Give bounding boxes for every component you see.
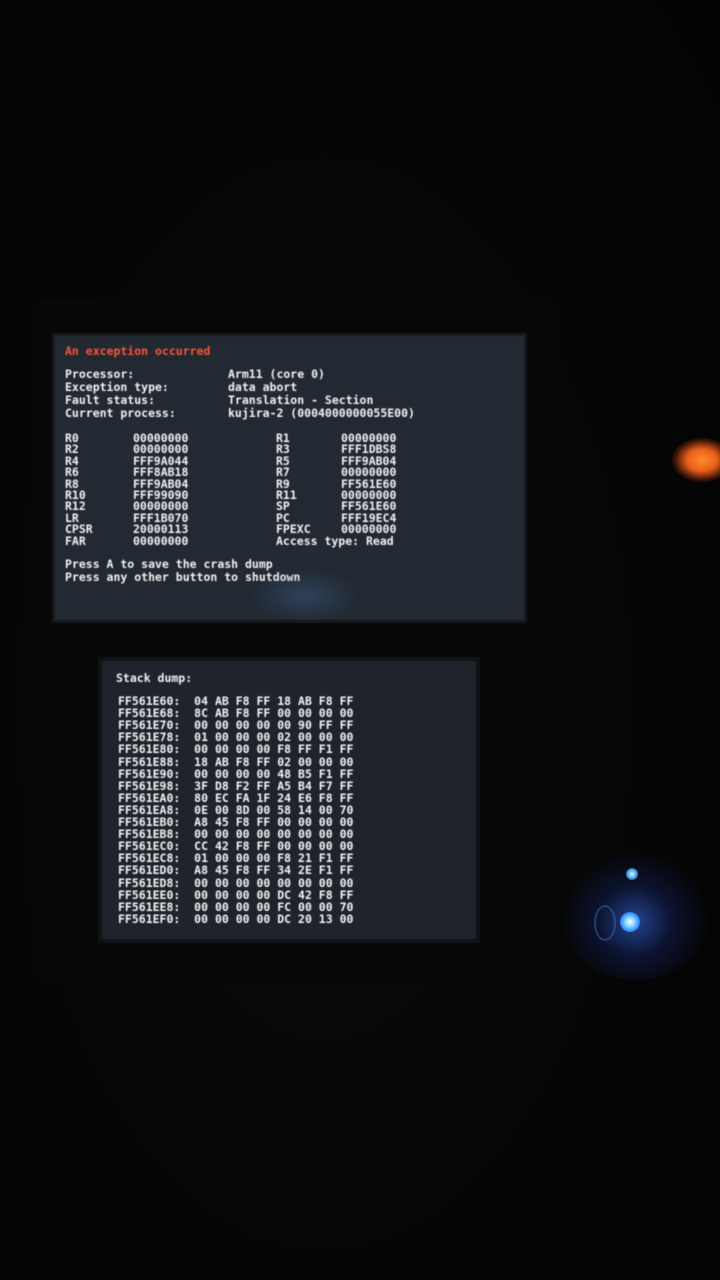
stack-bytes: 00 00 00 00 DC 20 13 00 [194, 911, 354, 926]
wifi-led [626, 868, 638, 880]
stack-dump-title: Stack dump: [116, 671, 193, 685]
bottom-screen: Stack dump: FF561E60: 04 AB F8 FF 18 AB … [98, 657, 480, 943]
stack-address: FF561EF0: [118, 911, 181, 926]
register-value: 00000000 [133, 533, 189, 548]
charge-led-light [672, 438, 720, 482]
power-led [620, 912, 640, 932]
info-label-current-process: Current process: [65, 406, 176, 420]
stack-row: FF561EF0: 00 00 00 00 DC 20 13 00 [118, 913, 353, 925]
screen-glare [250, 568, 360, 620]
info-value-current-process: kujira-2 (0004000000055E00) [228, 406, 415, 420]
stylus-ring [594, 905, 616, 941]
top-screen: An exception occurred Processor: Arm11 (… [52, 333, 527, 623]
exception-title: An exception occurred [65, 344, 211, 358]
register-name: FAR [65, 533, 86, 548]
photo-scene: An exception occurred Processor: Arm11 (… [0, 0, 720, 1280]
register-name: Access type: Read [276, 533, 394, 548]
